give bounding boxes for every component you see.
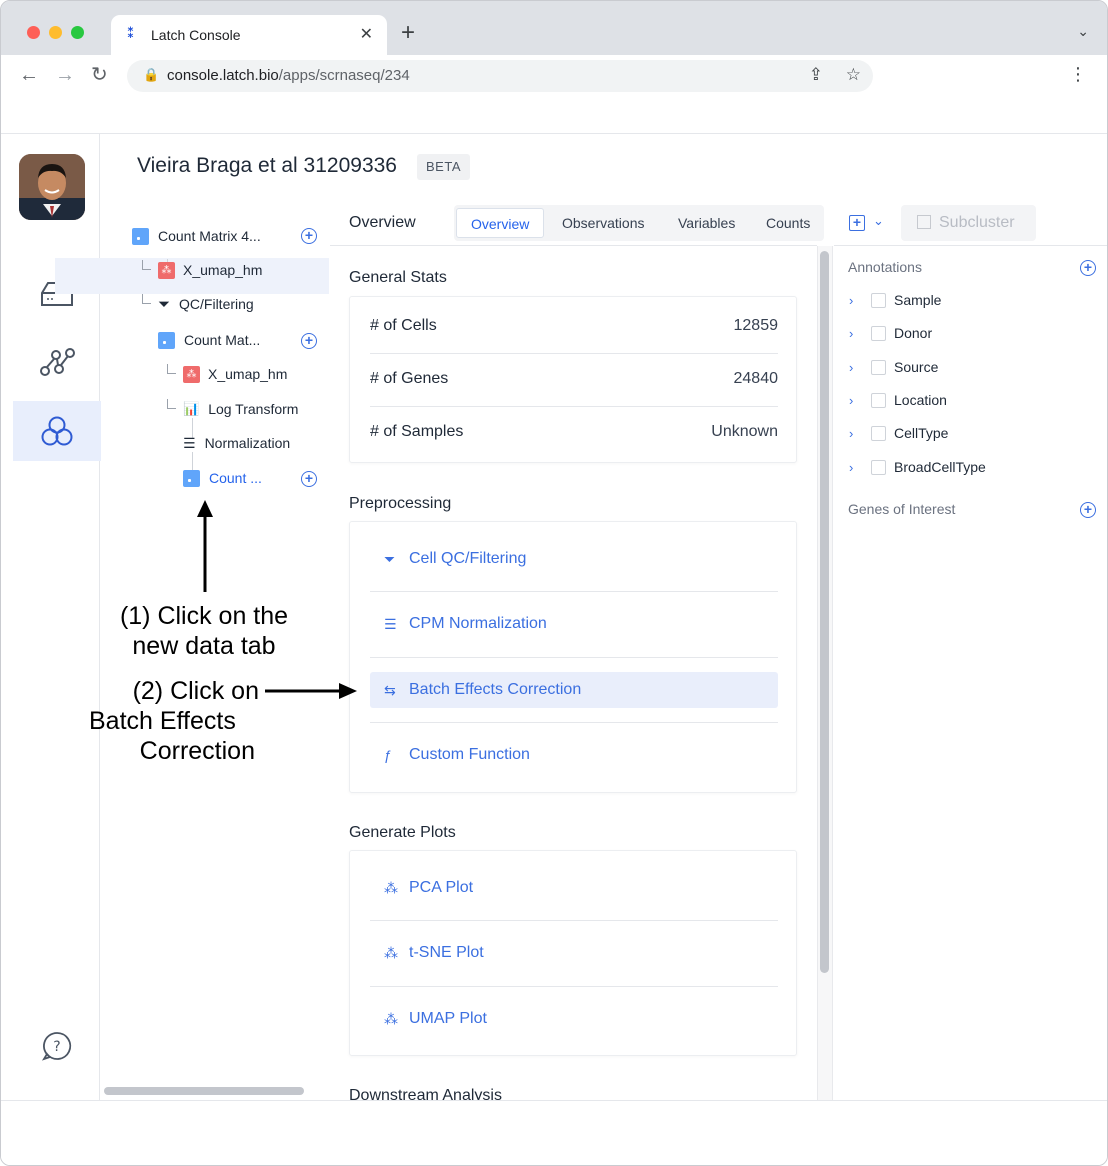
instruction-step-2: (2) Click on Batch Effects Correction xyxy=(89,677,259,765)
browser-window: ⁑ Latch Console ✕ + ⌄ ← → ↻ 🔒 console.la… xyxy=(0,0,1108,1166)
instruction-arrows xyxy=(197,500,357,699)
instruction-step-1: (1) Click on the new data tab xyxy=(119,602,289,660)
